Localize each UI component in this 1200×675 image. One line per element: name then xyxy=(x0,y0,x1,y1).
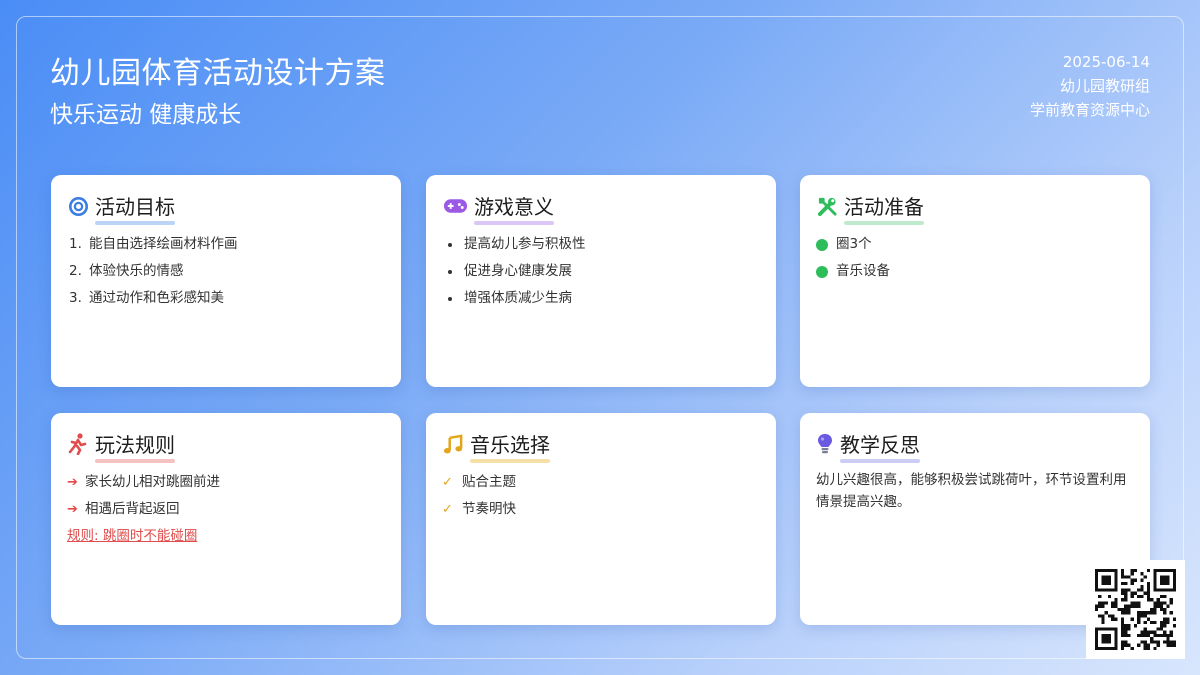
goals-list: 1. 能自由选择绘画材料作画 2. 体验快乐的情感 3. 通过动作和色彩感知美 xyxy=(67,231,385,312)
card-title: 活动准备 xyxy=(844,191,924,225)
list-item: 音乐设备 xyxy=(816,258,1134,285)
center-label: 学前教育资源中心 xyxy=(1029,101,1150,119)
list-item: 增强体质减少生病 xyxy=(442,285,760,312)
list-item: 3. 通过动作和色彩感知美 xyxy=(67,285,385,312)
page-title: 幼儿园体育活动设计方案 xyxy=(50,56,386,91)
music-note-icon xyxy=(442,433,464,455)
gamepad-icon xyxy=(442,195,468,217)
tools-icon xyxy=(816,195,838,217)
item-text: 家长幼儿相对跳圈前进 xyxy=(85,474,220,490)
card-activity-prep: 活动准备 圈3个 音乐设备 xyxy=(800,175,1150,387)
list-item: 1. 能自由选择绘画材料作画 xyxy=(67,231,385,258)
rules-list: ➔ 家长幼儿相对跳圈前进 ➔ 相遇后背起返回 xyxy=(67,469,385,523)
item-text: 音乐设备 xyxy=(836,263,890,279)
item-number: 2. xyxy=(69,263,82,279)
card-music-selection: 音乐选择 ✓ 贴合主题 ✓ 节奏明快 xyxy=(426,413,776,625)
target-icon xyxy=(67,195,89,217)
header-meta: 2025-06-14 幼儿园教研组 学前教育资源中心 xyxy=(1030,50,1150,122)
card-title: 游戏意义 xyxy=(474,191,554,225)
reflection-text: 幼儿兴趣很高，能够积极尝试跳荷叶，环节设置利用情景提高兴趣。 xyxy=(816,472,1127,510)
card-play-rules: 玩法规则 ➔ 家长幼儿相对跳圈前进 ➔ 相遇后背起返回 规则: 跳圈时不能碰圈 xyxy=(51,413,401,625)
item-text: 通过动作和色彩感知美 xyxy=(89,290,224,306)
card-activity-goals: 活动目标 1. 能自由选择绘画材料作画 2. 体验快乐的情感 3. 通过动作和色彩感知… xyxy=(51,175,401,387)
green-dot-icon xyxy=(816,265,828,278)
list-item: ✓ 贴合主题 xyxy=(442,469,760,496)
rule-note: 规则: 跳圈时不能碰圈 xyxy=(67,528,198,544)
card-title: 音乐选择 xyxy=(470,429,550,463)
list-item: 提高幼儿参与积极性 xyxy=(442,231,760,258)
card-header: 音乐选择 xyxy=(442,429,760,463)
green-dot-icon xyxy=(816,238,828,251)
card-game-meaning: 游戏意义 提高幼儿参与积极性 促进身心健康发展 增强体质减少生病 xyxy=(426,175,776,387)
running-icon xyxy=(67,433,89,455)
bullet-dot xyxy=(448,269,452,274)
card-title: 教学反思 xyxy=(840,429,920,463)
card-header: 玩法规则 xyxy=(67,429,385,463)
item-text: 相遇后背起返回 xyxy=(85,501,180,517)
check-icon: ✓ xyxy=(442,475,453,490)
qr-code-image xyxy=(1095,569,1176,650)
list-item: 圈3个 xyxy=(816,231,1134,258)
arrow-right-icon: ➔ xyxy=(67,502,78,517)
item-number: 1. xyxy=(69,236,82,252)
item-text: 促进身心健康发展 xyxy=(464,263,572,279)
qr-code xyxy=(1086,560,1185,659)
music-list: ✓ 贴合主题 ✓ 节奏明快 xyxy=(442,469,760,523)
item-text: 增强体质减少生病 xyxy=(464,290,572,306)
item-text: 贴合主题 xyxy=(462,474,516,490)
card-header: 游戏意义 xyxy=(442,191,760,225)
item-text: 圈3个 xyxy=(836,236,872,252)
date-label: 2025-06-14 xyxy=(1062,53,1150,71)
group-label: 幼儿园教研组 xyxy=(1059,77,1150,95)
card-header: 教学反思 xyxy=(816,429,1134,463)
bullet-dot xyxy=(448,242,452,247)
item-text: 体验快乐的情感 xyxy=(89,263,184,279)
page-subtitle: 快乐运动 健康成长 xyxy=(50,102,242,128)
bullet-dot xyxy=(448,296,452,301)
list-item: 促进身心健康发展 xyxy=(442,258,760,285)
item-text: 能自由选择绘画材料作画 xyxy=(89,236,238,252)
item-text: 提高幼儿参与积极性 xyxy=(464,236,586,252)
card-title: 活动目标 xyxy=(95,191,175,225)
meaning-list: 提高幼儿参与积极性 促进身心健康发展 增强体质减少生病 xyxy=(442,231,760,312)
card-header: 活动准备 xyxy=(816,191,1134,225)
card-header: 活动目标 xyxy=(67,191,385,225)
card-title: 玩法规则 xyxy=(95,429,175,463)
list-item: ➔ 相遇后背起返回 xyxy=(67,496,385,523)
arrow-right-icon: ➔ xyxy=(67,475,78,490)
list-item: ➔ 家长幼儿相对跳圈前进 xyxy=(67,469,385,496)
item-text: 节奏明快 xyxy=(462,501,516,517)
prep-list: 圈3个 音乐设备 xyxy=(816,231,1134,285)
lightbulb-icon xyxy=(816,433,834,455)
list-item: 2. 体验快乐的情感 xyxy=(67,258,385,285)
item-number: 3. xyxy=(69,290,82,306)
check-icon: ✓ xyxy=(442,502,453,517)
list-item: ✓ 节奏明快 xyxy=(442,496,760,523)
